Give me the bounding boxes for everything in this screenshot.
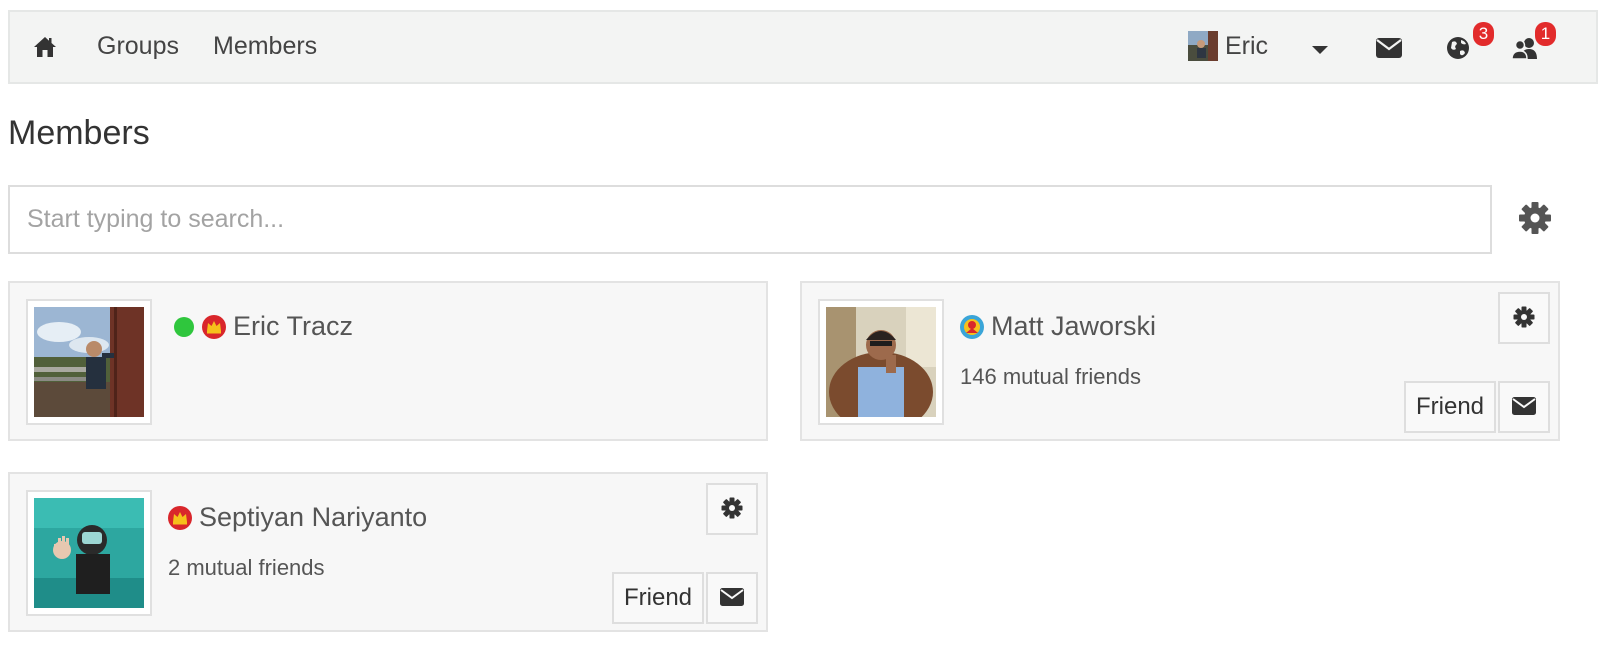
friends-icon[interactable]: 1 bbox=[1510, 22, 1556, 62]
member-name[interactable]: Septiyan Nariyanto bbox=[199, 502, 427, 533]
nav-link-members[interactable]: Members bbox=[213, 32, 317, 61]
user-menu[interactable]: Eric bbox=[1188, 30, 1268, 62]
envelope-icon[interactable] bbox=[1374, 34, 1404, 62]
user-avatar bbox=[1188, 31, 1218, 61]
caret-down-icon[interactable] bbox=[1310, 43, 1330, 55]
friend-button[interactable]: Friend bbox=[1404, 381, 1497, 433]
gear-icon[interactable] bbox=[1518, 201, 1552, 235]
gear-icon bbox=[1513, 306, 1535, 331]
page-title: Members bbox=[8, 114, 150, 152]
member-rank-icon bbox=[960, 314, 984, 339]
mutual-friends-count: 2 mutual friends bbox=[168, 555, 325, 580]
search-input[interactable] bbox=[8, 185, 1492, 254]
mutual-friends-count: 146 mutual friends bbox=[960, 364, 1141, 389]
member-name[interactable]: Matt Jaworski bbox=[991, 311, 1156, 342]
member-card: Eric Tracz bbox=[8, 281, 768, 441]
member-avatar[interactable] bbox=[26, 490, 152, 616]
envelope-icon bbox=[1511, 395, 1537, 420]
member-settings-button[interactable] bbox=[706, 483, 758, 535]
top-navbar: Groups Members Eric 3 1 bbox=[8, 10, 1598, 84]
member-name[interactable]: Eric Tracz bbox=[233, 311, 353, 342]
home-icon[interactable] bbox=[32, 34, 58, 60]
member-card: Septiyan Nariyanto 2 mutual friends Frie… bbox=[8, 472, 768, 632]
friend-button[interactable]: Friend bbox=[612, 572, 705, 624]
member-avatar[interactable] bbox=[818, 299, 944, 425]
notification-badge: 3 bbox=[1473, 22, 1494, 46]
member-card: Matt Jaworski 146 mutual friends Friend bbox=[800, 281, 1560, 441]
globe-icon[interactable]: 3 bbox=[1444, 22, 1494, 62]
nav-link-groups[interactable]: Groups bbox=[97, 32, 179, 61]
friend-request-badge: 1 bbox=[1535, 22, 1556, 46]
message-button[interactable] bbox=[1498, 381, 1550, 433]
envelope-icon bbox=[719, 586, 745, 611]
crown-icon bbox=[202, 314, 226, 339]
online-status-dot bbox=[174, 316, 194, 337]
member-avatar[interactable] bbox=[26, 299, 152, 425]
message-button[interactable] bbox=[706, 572, 758, 624]
member-settings-button[interactable] bbox=[1498, 292, 1550, 344]
crown-icon bbox=[168, 505, 192, 530]
gear-icon bbox=[721, 497, 743, 522]
user-name: Eric bbox=[1225, 31, 1269, 60]
